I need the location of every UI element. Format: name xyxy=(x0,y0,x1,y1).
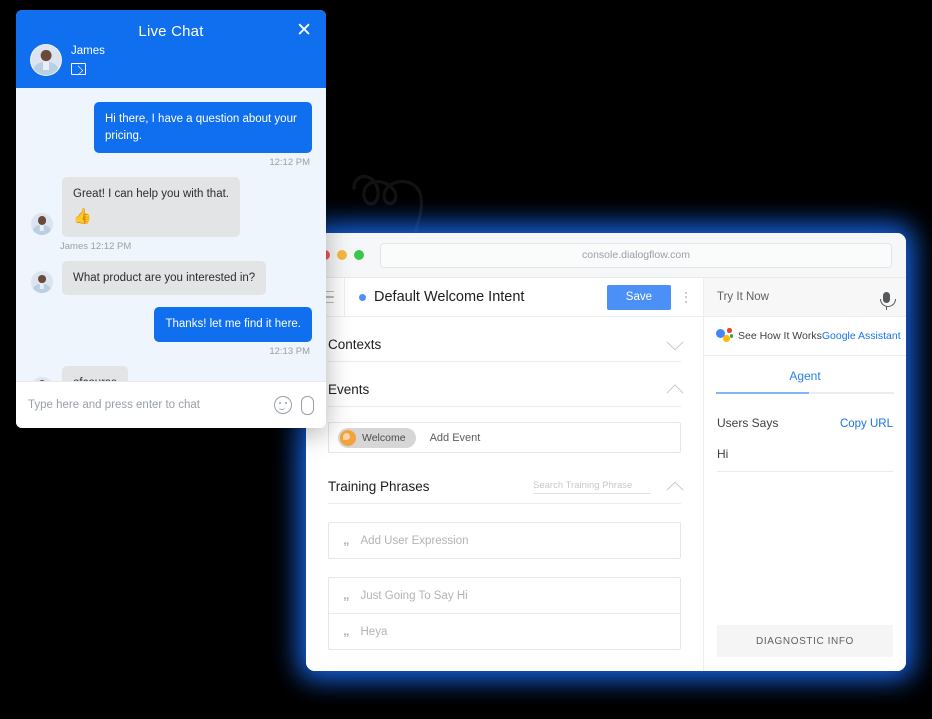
users-says-label: Users Says xyxy=(717,416,779,430)
users-says-block: Users Says Copy URL Hi xyxy=(704,394,906,625)
google-assistant-icon xyxy=(716,328,733,343)
live-chat-widget: Live Chat ✕ James Hi there, I have a que… xyxy=(16,10,326,428)
chevron-up-icon[interactable] xyxy=(666,383,684,401)
chat-bubble-outgoing: Hi there, I have a question about your p… xyxy=(94,102,312,154)
search-training-phrase-input[interactable]: Search Training Phrase xyxy=(533,480,651,494)
tab-agent[interactable]: Agent xyxy=(704,369,906,392)
chat-bubble-incoming: Great! I can help you with that. 👍 xyxy=(62,177,240,237)
chat-agent-info: James xyxy=(30,44,105,76)
section-training-phrases[interactable]: Training Phrases Search Training Phrase xyxy=(328,453,684,504)
chat-title: Live Chat xyxy=(138,23,204,40)
see-how-it-works-label: See How It Works xyxy=(738,329,822,342)
google-assistant-link[interactable]: Google Assistant xyxy=(822,330,901,342)
event-chip-welcome[interactable]: Welcome xyxy=(338,427,416,448)
quote-icon: „ xyxy=(343,587,349,602)
training-phrase-text: Just Going To Say Hi xyxy=(360,589,468,602)
save-button[interactable]: Save xyxy=(606,284,671,310)
paperclip-icon[interactable] xyxy=(301,395,314,415)
avatar xyxy=(30,44,62,76)
add-user-expression-box[interactable]: „ Add User Expression xyxy=(328,522,681,559)
chat-bubble-outgoing: Thanks! let me find it here. xyxy=(154,307,312,343)
try-it-now-panel: Try It Now See How It Works Google Assis… xyxy=(703,278,906,671)
browser-window: console.dialogflow.com Default Welcome I… xyxy=(306,233,906,671)
copy-url-button[interactable]: Copy URL xyxy=(840,418,893,430)
traffic-lights xyxy=(320,250,364,260)
chat-header: Live Chat ✕ James xyxy=(16,10,326,88)
section-title-contexts: Contexts xyxy=(328,337,382,352)
avatar xyxy=(30,211,54,236)
avatar xyxy=(30,375,54,381)
training-phrase-list: „ Just Going To Say Hi „ Heya xyxy=(328,577,681,650)
assistant-row: See How It Works Google Assistant xyxy=(704,317,906,356)
quote-icon: „ xyxy=(343,532,349,547)
chat-bubble-incoming: What product are you interested in? xyxy=(62,260,267,296)
chat-timestamp: James 12:12 PM xyxy=(60,240,132,252)
training-phrase-text: Heya xyxy=(360,625,388,638)
chat-bubble-text: Great! I can help you with that. xyxy=(73,188,229,201)
envelope-icon xyxy=(71,63,86,75)
chat-input-bar[interactable]: Type here and press enter to chat xyxy=(16,381,326,428)
users-says-value: Hi xyxy=(717,447,893,472)
smiley-icon[interactable] xyxy=(274,396,292,414)
chat-message-row: ofcourse xyxy=(30,366,312,381)
avatar xyxy=(30,270,54,295)
chat-message-list: Hi there, I have a question about your p… xyxy=(16,88,326,381)
event-chip-label: Welcome xyxy=(362,431,406,444)
intent-editor-pane: Default Welcome Intent Save Contexts Eve… xyxy=(306,278,703,671)
chat-message-row: Great! I can help you with that. 👍 xyxy=(30,177,312,237)
close-icon[interactable]: ✕ xyxy=(296,21,312,40)
events-row[interactable]: Welcome Add Event xyxy=(328,422,681,453)
status-dot-icon xyxy=(359,293,366,301)
microphone-icon[interactable] xyxy=(879,291,896,310)
address-bar[interactable]: console.dialogflow.com xyxy=(380,242,892,268)
agent-tab-row: Agent xyxy=(704,356,906,394)
add-user-expression-row[interactable]: „ Add User Expression xyxy=(329,523,680,558)
minimize-window-icon[interactable] xyxy=(337,250,347,260)
add-event-button[interactable]: Add Event xyxy=(430,432,481,444)
url-text: console.dialogflow.com xyxy=(582,249,690,261)
chat-timestamp: 12:13 PM xyxy=(269,346,310,358)
chat-message-row: Hi there, I have a question about your p… xyxy=(30,102,312,154)
kebab-menu-icon[interactable] xyxy=(673,278,699,316)
thumbs-up-icon: 👍 xyxy=(73,208,92,226)
chat-message-row: What product are you interested in? xyxy=(30,260,312,296)
section-events[interactable]: Events xyxy=(328,362,684,407)
diagnostic-info-wrap: DIAGNOSTIC INFO xyxy=(704,625,906,671)
training-phrase-row[interactable]: „ Just Going To Say Hi xyxy=(329,578,680,613)
users-says-header: Users Says Copy URL xyxy=(717,416,893,430)
chat-agent-name: James xyxy=(71,45,105,57)
chevron-up-icon[interactable] xyxy=(666,480,684,498)
tab-underline xyxy=(716,392,894,394)
intent-sections: Contexts Events Welcome Add Event Traini… xyxy=(306,317,703,671)
diagnostic-info-button[interactable]: DIAGNOSTIC INFO xyxy=(717,625,893,657)
event-dot-icon xyxy=(340,429,356,446)
try-it-now-bar[interactable]: Try It Now xyxy=(704,278,906,317)
chat-message-row: Thanks! let me find it here. xyxy=(30,307,312,343)
section-contexts[interactable]: Contexts xyxy=(328,317,684,362)
page-title: Default Welcome Intent xyxy=(374,289,525,305)
dialogflow-app: Default Welcome Intent Save Contexts Eve… xyxy=(306,278,906,671)
add-user-expression-input[interactable]: Add User Expression xyxy=(361,535,469,547)
maximize-window-icon[interactable] xyxy=(354,250,364,260)
section-title-training-phrases: Training Phrases xyxy=(328,479,430,494)
browser-toolbar: console.dialogflow.com xyxy=(306,233,906,278)
section-title-events: Events xyxy=(328,382,370,397)
chat-input[interactable]: Type here and press enter to chat xyxy=(28,399,268,411)
chat-timestamp: 12:12 PM xyxy=(269,157,310,169)
try-it-now-input[interactable]: Try It Now xyxy=(717,291,883,303)
chevron-down-icon[interactable] xyxy=(666,333,684,351)
intent-toolbar: Default Welcome Intent Save xyxy=(306,278,703,317)
chat-bubble-incoming: ofcourse xyxy=(62,366,129,381)
training-phrase-row[interactable]: „ Heya xyxy=(329,613,680,649)
quote-icon: „ xyxy=(343,623,349,638)
